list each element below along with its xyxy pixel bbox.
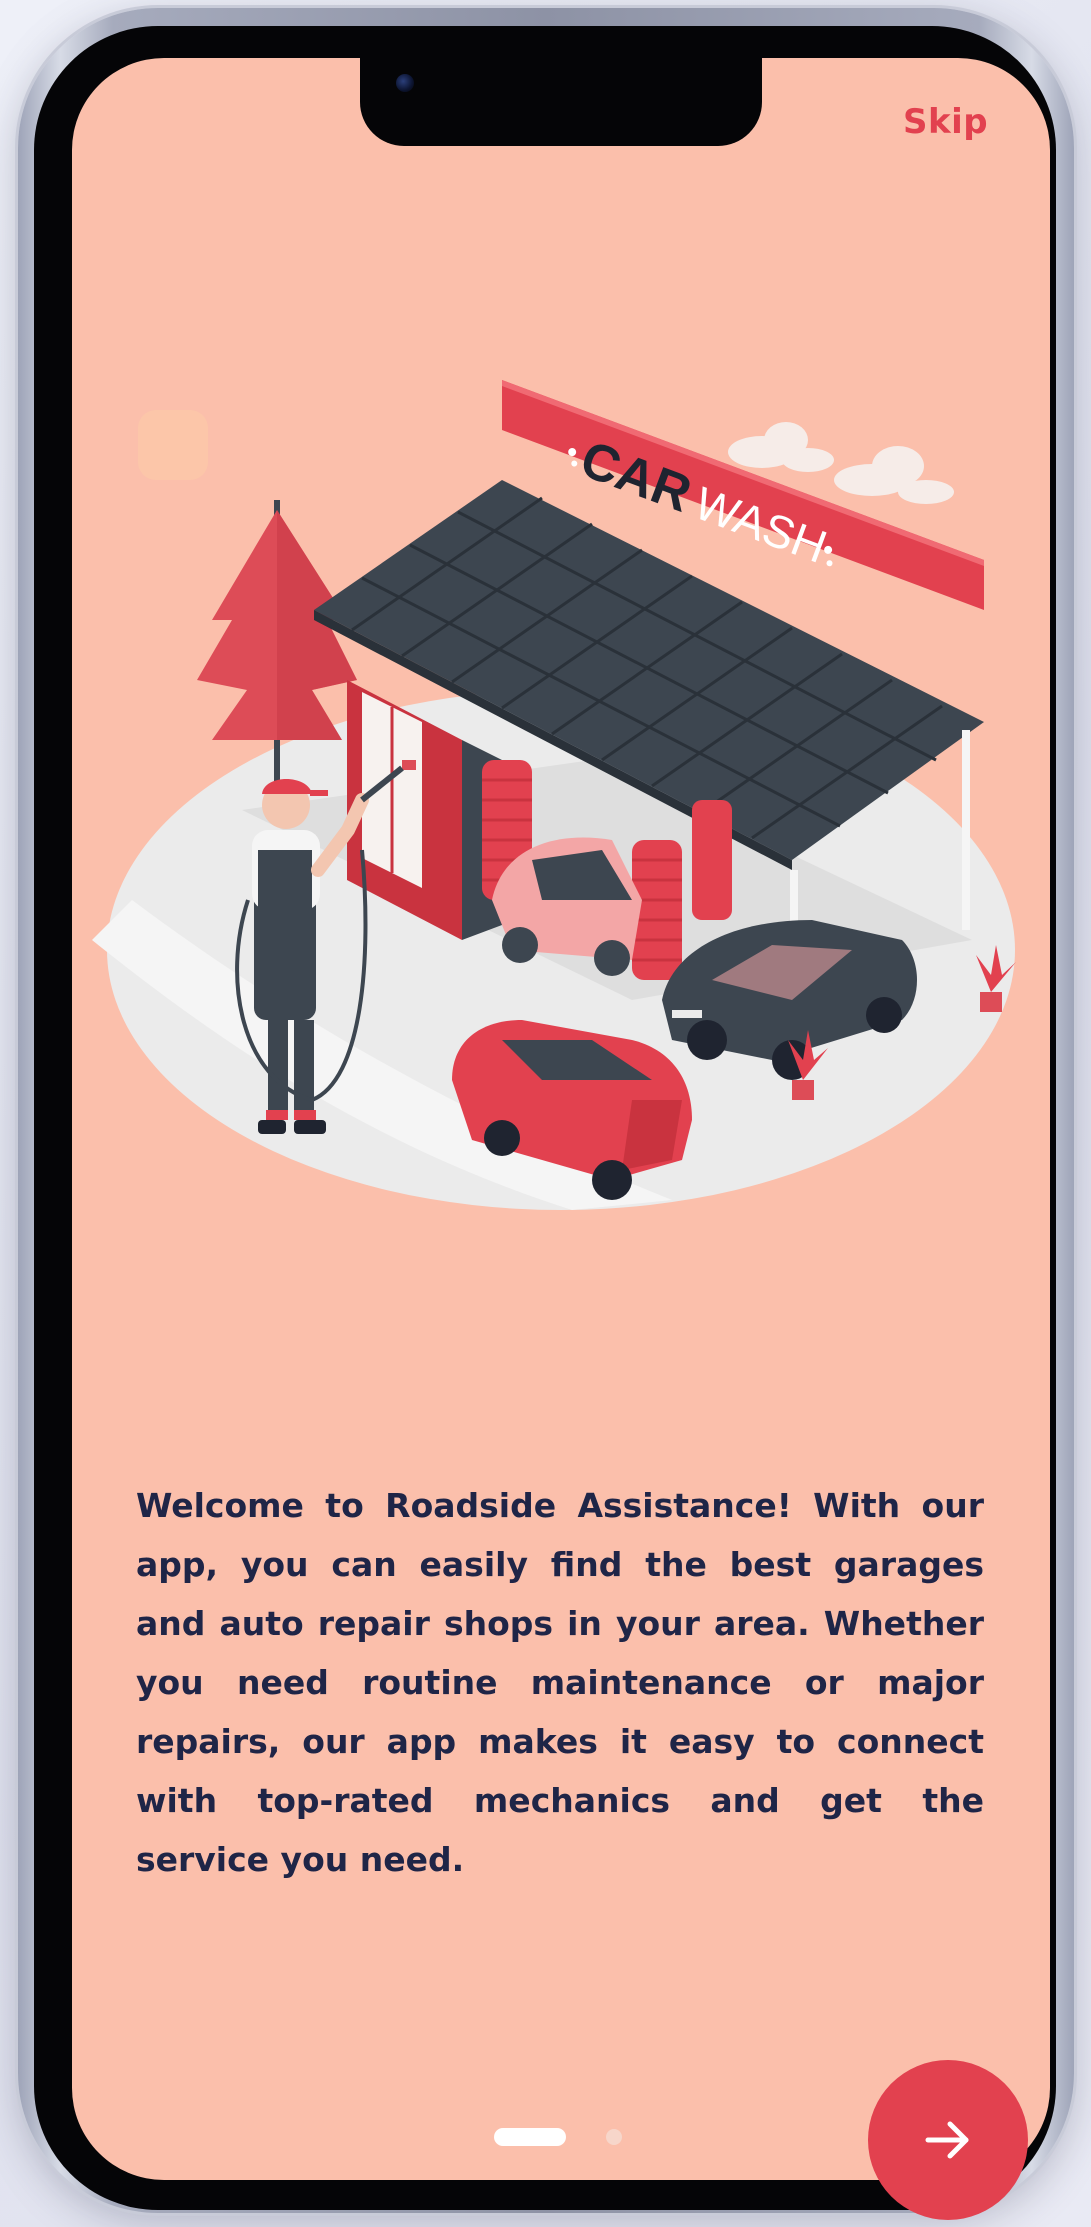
front-camera [396, 74, 414, 92]
next-button[interactable] [868, 2060, 1028, 2220]
welcome-description: Welcome to Roadside Assistance! With our… [136, 1486, 984, 1879]
skip-button[interactable]: Skip [903, 102, 988, 142]
arrow-right-icon [925, 2121, 969, 2159]
page-dot-inactive[interactable] [606, 2129, 622, 2145]
car-wash-illustration: CAR WASH [92, 380, 1016, 1210]
device-stage: Skip CAR WASH Welcome to Roadside Assist… [0, 0, 1091, 2227]
page-dot-active[interactable] [494, 2128, 566, 2146]
notch [360, 58, 762, 146]
